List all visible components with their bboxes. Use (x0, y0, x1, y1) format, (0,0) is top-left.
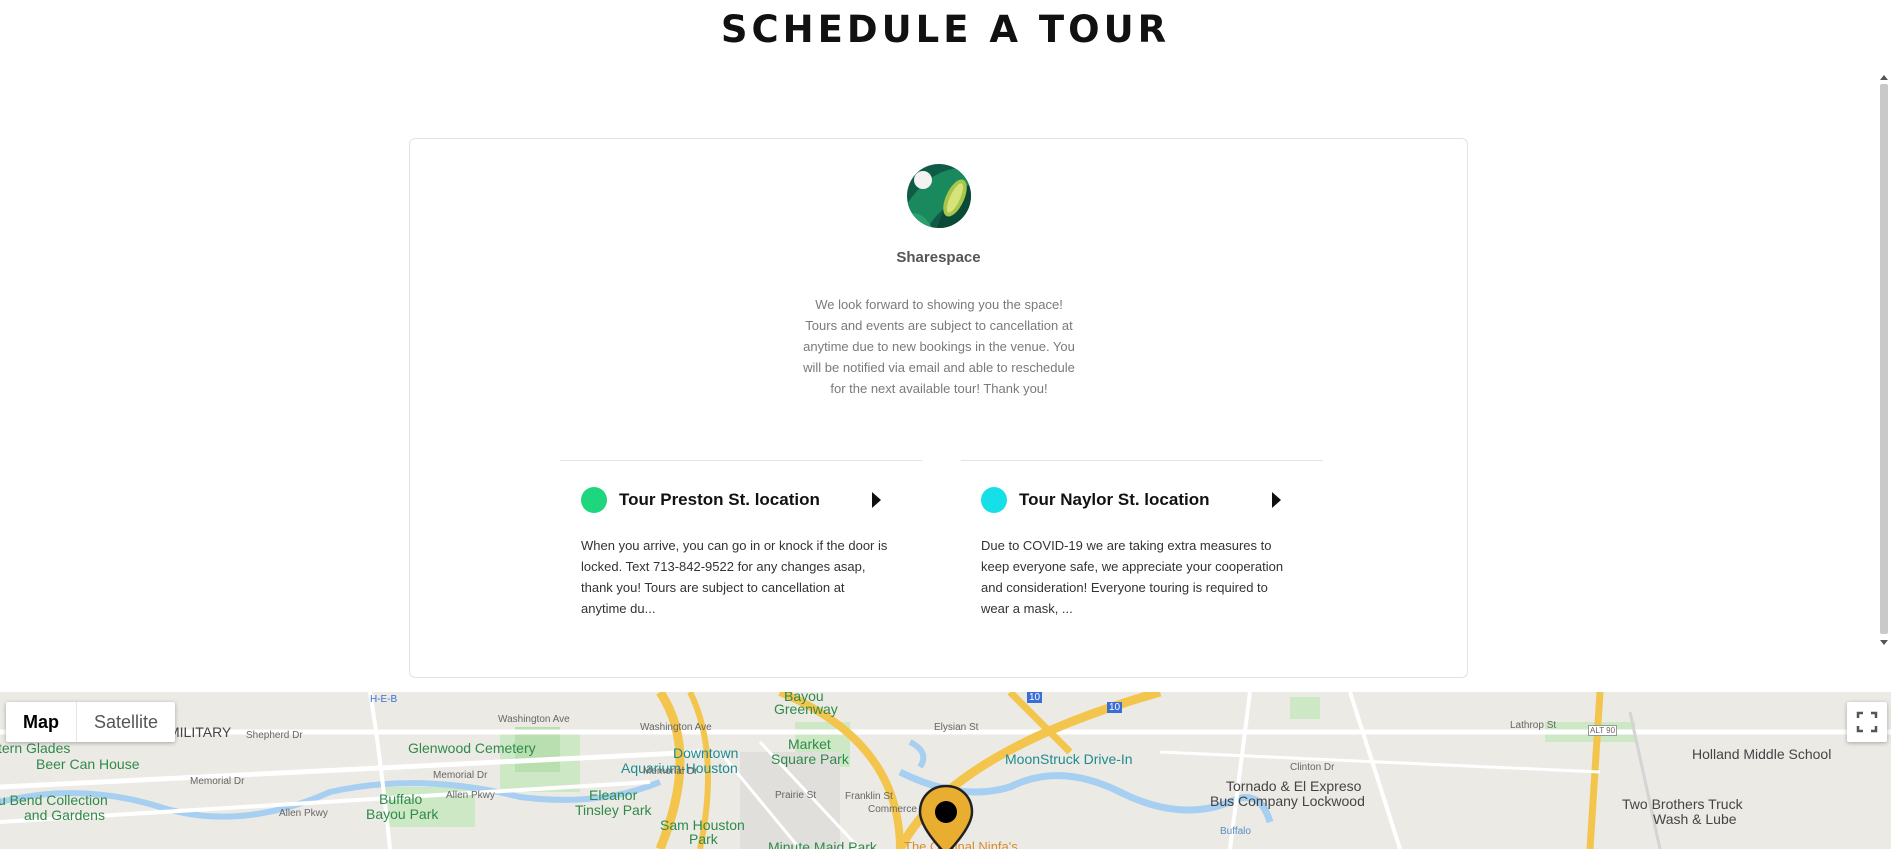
map-label: Prairie St (775, 790, 817, 801)
tour-description: Due to COVID-19 we are taking extra meas… (981, 538, 1284, 616)
map-label: 10 (1027, 692, 1043, 703)
map-label: Minute Maid Park (768, 839, 877, 849)
map-label: u Bend Collection (0, 792, 108, 808)
map-label: Allen Pkwy (446, 790, 495, 801)
map-label: Eleanor (589, 787, 638, 803)
map-label: Wash & Lube (1653, 811, 1737, 827)
map-label: Washington Ave (498, 714, 570, 725)
map-label: tern Glades (0, 740, 71, 756)
map-label: Beer Can House (36, 756, 140, 772)
map-label: Memorial Dr (190, 776, 245, 787)
business-avatar (907, 164, 971, 228)
map-label: Elysian St (934, 722, 979, 733)
map-label: H-E-B (370, 694, 398, 705)
tour-color-dot (981, 487, 1007, 513)
tour-header[interactable]: Tour Naylor St. location (981, 487, 1301, 513)
map-label: Tinsley Park (575, 802, 652, 818)
map-label: Memorial Dr (643, 766, 698, 777)
tour-description: When you arrive, you can go in or knock … (581, 538, 888, 616)
scroll-down-icon[interactable] (1880, 640, 1888, 645)
map-label: Holland Middle School (1692, 746, 1832, 762)
map-label: Allen Pkwy (279, 808, 328, 819)
tour-name[interactable]: Tour Preston St. location (619, 490, 872, 510)
page-title: SCHEDULE A TOUR (720, 8, 1171, 51)
map-label: Memorial Dr (433, 770, 488, 781)
map-label: Market (788, 736, 831, 752)
map-label: Washington Ave (640, 722, 712, 733)
map-label: 10 (1107, 702, 1123, 713)
map-label: Lathrop St (1510, 720, 1557, 731)
map-type-toggle[interactable]: Map Satellite (6, 702, 176, 742)
scrollbar-thumb[interactable] (1880, 84, 1888, 634)
map-label: MILITARY (168, 724, 232, 740)
map-label: Buffalo (379, 791, 423, 807)
map-label: and Gardens (24, 807, 105, 823)
scroll-up-icon[interactable] (1880, 75, 1888, 80)
map[interactable]: H-E-B MILITARY tern Glades Beer Can Hous… (0, 692, 1891, 849)
map-label: Clinton Dr (1290, 762, 1335, 773)
map-label: Square Park (771, 751, 849, 767)
divider-right (961, 460, 1323, 461)
map-label: Bus Company Lockwood (1210, 793, 1365, 809)
map-label: Two Brothers Truck (1622, 796, 1743, 812)
divider-left (560, 460, 922, 461)
map-label: Shepherd Dr (246, 730, 303, 741)
tour-option-naylor[interactable]: Tour Naylor St. location Due to COVID-19… (981, 487, 1301, 619)
business-description: We look forward to showing you the space… (803, 297, 1075, 396)
caret-right-icon[interactable] (872, 492, 881, 508)
map-label: Franklin St (845, 791, 893, 802)
tour-option-preston[interactable]: Tour Preston St. location When you arriv… (581, 487, 901, 619)
map-label: MoonStruck Drive-In (1005, 751, 1133, 767)
map-label: Buffalo (1220, 826, 1251, 837)
fullscreen-button[interactable] (1847, 702, 1887, 742)
location-pin-icon[interactable] (916, 784, 976, 849)
business-name: Sharespace (896, 249, 981, 266)
tour-color-dot (581, 487, 607, 513)
map-label: Bayou Park (366, 806, 439, 822)
caret-right-icon[interactable] (1272, 492, 1281, 508)
map-label: Downtown (673, 745, 739, 761)
tour-header[interactable]: Tour Preston St. location (581, 487, 901, 513)
map-label: ALT 90 (1588, 725, 1618, 736)
fullscreen-icon (1856, 711, 1878, 733)
map-label: Tornado & El Expreso (1226, 778, 1362, 794)
map-label: Park (689, 831, 718, 847)
satellite-button[interactable]: Satellite (76, 702, 175, 742)
map-button[interactable]: Map (6, 702, 76, 742)
tour-name[interactable]: Tour Naylor St. location (1019, 490, 1272, 510)
booking-card: Sharespace We look forward to showing yo… (409, 138, 1468, 678)
map-label: Greenway (774, 701, 838, 717)
map-label: Glenwood Cemetery (408, 740, 536, 756)
